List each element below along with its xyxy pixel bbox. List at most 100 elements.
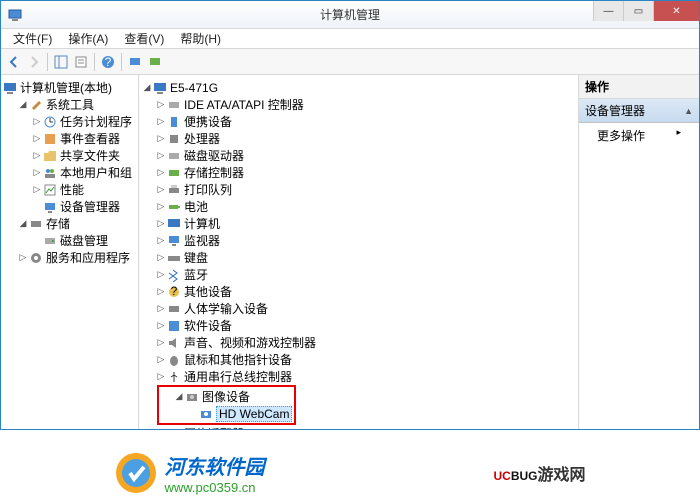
minimize-button[interactable]: —: [593, 1, 623, 21]
watermark-ucbug: UCBUG游戏网: [493, 460, 585, 486]
perf-icon: [43, 183, 57, 197]
menu-view[interactable]: 查看(V): [116, 28, 172, 49]
expand-icon[interactable]: ▷: [155, 303, 167, 315]
tree-sys-tools[interactable]: ◢ 系统工具: [3, 96, 136, 113]
cat-bluetooth[interactable]: ▷蓝牙: [141, 266, 576, 283]
expand-icon[interactable]: ▷: [31, 133, 43, 145]
cat-ide[interactable]: ▷IDE ATA/ATAPI 控制器: [141, 96, 576, 113]
expand-icon[interactable]: ▷: [155, 218, 167, 230]
expand-icon[interactable]: ▷: [155, 99, 167, 111]
watermark-name: 河东软件园: [164, 451, 264, 480]
back-button[interactable]: [5, 53, 23, 71]
cat-computer[interactable]: ▷计算机: [141, 215, 576, 232]
maximize-button[interactable]: ▭: [623, 1, 653, 21]
tree-local-users[interactable]: ▷ 本地用户和组: [3, 164, 136, 181]
printer-icon: [167, 183, 181, 197]
computer-mgmt-icon: [3, 81, 17, 95]
tree-device-manager[interactable]: 设备管理器: [3, 198, 136, 215]
cat-sound[interactable]: ▷声音、视频和游戏控制器: [141, 334, 576, 351]
cat-keyboard[interactable]: ▷键盘: [141, 249, 576, 266]
cat-network[interactable]: ▷ 网络适配器: [141, 425, 576, 429]
expand-icon[interactable]: ▷: [31, 116, 43, 128]
collapse-icon[interactable]: ◢: [17, 218, 29, 230]
tree-disk-mgmt[interactable]: 磁盘管理: [3, 232, 136, 249]
tree-storage[interactable]: ◢ 存储: [3, 215, 136, 232]
actions-context[interactable]: 设备管理器 ▲: [579, 99, 699, 123]
menu-file[interactable]: 文件(F): [5, 28, 60, 49]
cat-hid[interactable]: ▷人体学输入设备: [141, 300, 576, 317]
cat-mouse[interactable]: ▷鼠标和其他指针设备: [141, 351, 576, 368]
cat-print-queue[interactable]: ▷打印队列: [141, 181, 576, 198]
close-button[interactable]: ✕: [653, 1, 699, 21]
refresh-button[interactable]: [146, 53, 164, 71]
expand-icon[interactable]: ▷: [155, 201, 167, 213]
body-area: 计算机管理(本地) ◢ 系统工具 ▷ 任务计划程序 ▷ 事件查看器 ▷ 共享文件…: [1, 75, 699, 429]
expand-icon[interactable]: ▷: [155, 371, 167, 383]
watermark-part2: BUG: [511, 469, 538, 483]
chevron-right-icon: ▸: [676, 127, 681, 144]
expand-icon[interactable]: ▷: [155, 235, 167, 247]
expand-icon[interactable]: ▷: [155, 184, 167, 196]
forward-button[interactable]: [25, 53, 43, 71]
cat-processor[interactable]: ▷处理器: [141, 130, 576, 147]
menu-help[interactable]: 帮助(H): [172, 28, 229, 49]
collapse-icon[interactable]: ◢: [173, 391, 185, 403]
expand-icon[interactable]: ▷: [155, 167, 167, 179]
network-icon: [167, 427, 181, 430]
clock-icon: [43, 115, 57, 129]
expand-icon[interactable]: ▷: [155, 428, 167, 430]
spacer: [31, 201, 43, 213]
expand-icon[interactable]: ▷: [31, 150, 43, 162]
tree-label: 存储: [46, 215, 70, 232]
expand-icon[interactable]: ▷: [31, 167, 43, 179]
usb-icon: [167, 370, 181, 384]
sound-icon: [167, 336, 181, 350]
expand-icon[interactable]: ▷: [155, 150, 167, 162]
expand-icon[interactable]: ▷: [155, 354, 167, 366]
tree-label: 网络适配器: [184, 425, 244, 429]
tree-performance[interactable]: ▷ 性能: [3, 181, 136, 198]
tree-shared-folders[interactable]: ▷ 共享文件夹: [3, 147, 136, 164]
tree-task-scheduler[interactable]: ▷ 任务计划程序: [3, 113, 136, 130]
cat-storage-ctrl[interactable]: ▷存储控制器: [141, 164, 576, 181]
tree-event-viewer[interactable]: ▷ 事件查看器: [3, 130, 136, 147]
expand-icon[interactable]: ▷: [31, 184, 43, 196]
expand-icon[interactable]: ▷: [155, 286, 167, 298]
expand-icon[interactable]: ▷: [155, 133, 167, 145]
cat-usb[interactable]: ▷通用串行总线控制器: [141, 368, 576, 385]
expand-icon[interactable]: ▷: [17, 252, 29, 264]
menu-action[interactable]: 操作(A): [60, 28, 116, 49]
toolbar-separator: [121, 53, 122, 71]
collapse-icon[interactable]: ◢: [141, 82, 153, 94]
event-icon: [43, 132, 57, 146]
cat-other[interactable]: ▷?其他设备: [141, 283, 576, 300]
expand-icon[interactable]: ▷: [155, 116, 167, 128]
cat-imaging[interactable]: ◢图像设备: [161, 388, 292, 405]
show-tree-button[interactable]: [52, 53, 70, 71]
expand-icon[interactable]: ▷: [155, 269, 167, 281]
device-root[interactable]: ◢ E5-471G: [141, 79, 576, 96]
scan-button[interactable]: [126, 53, 144, 71]
cat-battery[interactable]: ▷电池: [141, 198, 576, 215]
cat-monitor[interactable]: ▷监视器: [141, 232, 576, 249]
toolbar-separator: [47, 53, 48, 71]
expand-icon[interactable]: ▷: [155, 337, 167, 349]
firmware-icon: [167, 319, 181, 333]
expand-icon[interactable]: ▷: [155, 252, 167, 264]
tree-services[interactable]: ▷ 服务和应用程序: [3, 249, 136, 266]
cat-portable[interactable]: ▷便携设备: [141, 113, 576, 130]
device-webcam[interactable]: HD WebCam: [161, 405, 292, 422]
tree-label: 系统工具: [46, 96, 94, 113]
tree-label: 性能: [60, 181, 84, 198]
expand-icon[interactable]: ▷: [155, 320, 167, 332]
cat-disk-drive[interactable]: ▷磁盘驱动器: [141, 147, 576, 164]
cat-firmware[interactable]: ▷软件设备: [141, 317, 576, 334]
help-button[interactable]: ?: [99, 53, 117, 71]
tree-root[interactable]: 计算机管理(本地): [3, 79, 136, 96]
collapse-icon[interactable]: ◢: [17, 99, 29, 111]
more-actions[interactable]: 更多操作 ▸: [579, 123, 699, 148]
app-icon: [7, 7, 23, 23]
tree-label: HD WebCam: [216, 406, 292, 422]
titlebar: 计算机管理 — ▭ ✕: [1, 1, 699, 29]
properties-button[interactable]: [72, 53, 90, 71]
